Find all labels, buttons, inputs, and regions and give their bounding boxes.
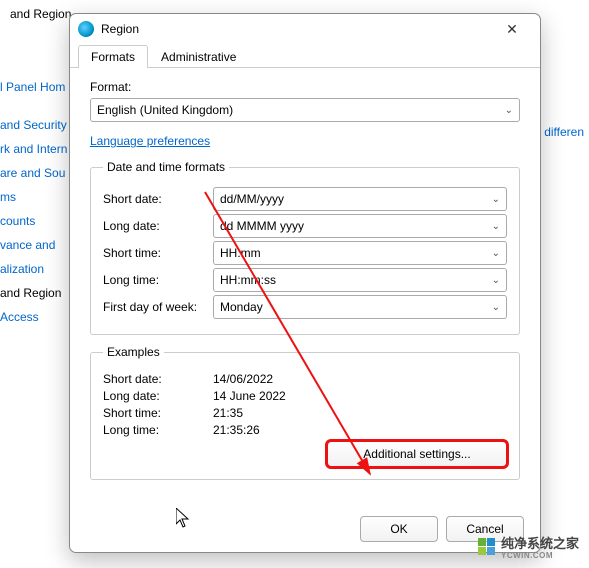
watermark-logo-icon bbox=[478, 538, 495, 555]
close-button[interactable]: ✕ bbox=[492, 15, 532, 43]
sidebar-item[interactable]: ms bbox=[0, 185, 60, 209]
language-preferences-link[interactable]: Language preferences bbox=[90, 134, 210, 148]
short-date-select[interactable]: dd/MM/yyyy ⌄ bbox=[213, 187, 507, 211]
sidebar-item[interactable]: vance and bbox=[0, 233, 60, 257]
first-day-select[interactable]: Monday ⌄ bbox=[213, 295, 507, 319]
additional-settings-button[interactable]: Additional settings... bbox=[327, 441, 507, 467]
examples-group: Examples Short date: 14/06/2022 Long dat… bbox=[90, 345, 520, 480]
format-value: English (United Kingdom) bbox=[97, 103, 233, 117]
watermark-sub: YCWIN.COM bbox=[501, 552, 579, 560]
format-select[interactable]: English (United Kingdom) ⌄ bbox=[90, 98, 520, 122]
chevron-down-icon: ⌄ bbox=[505, 105, 513, 116]
ex-long-time-value: 21:35:26 bbox=[213, 423, 260, 437]
ex-short-date-value: 14/06/2022 bbox=[213, 372, 273, 386]
bg-right-link[interactable]: differen bbox=[544, 125, 584, 139]
dialog-title: Region bbox=[101, 22, 492, 36]
short-time-label: Short time: bbox=[103, 246, 213, 260]
short-time-value: HH:mm bbox=[220, 246, 261, 260]
long-date-value: dd MMMM yyyy bbox=[220, 219, 304, 233]
date-time-formats-legend: Date and time formats bbox=[103, 160, 229, 174]
sidebar-item[interactable]: and Security bbox=[0, 113, 60, 137]
sidebar-item[interactable]: rk and Intern bbox=[0, 137, 60, 161]
titlebar: Region ✕ bbox=[70, 14, 540, 44]
long-date-label: Long date: bbox=[103, 219, 213, 233]
region-dialog: Region ✕ Formats Administrative Format: … bbox=[69, 13, 541, 553]
chevron-down-icon: ⌄ bbox=[492, 275, 500, 286]
short-date-value: dd/MM/yyyy bbox=[220, 192, 284, 206]
long-time-select[interactable]: HH:mm:ss ⌄ bbox=[213, 268, 507, 292]
first-day-label: First day of week: bbox=[103, 300, 213, 314]
sidebar-item[interactable]: are and Sou bbox=[0, 161, 60, 185]
short-time-select[interactable]: HH:mm ⌄ bbox=[213, 241, 507, 265]
long-time-label: Long time: bbox=[103, 273, 213, 287]
chevron-down-icon: ⌄ bbox=[492, 221, 500, 232]
sidebar-item-access[interactable]: Access bbox=[0, 305, 60, 329]
format-label: Format: bbox=[90, 80, 520, 94]
ex-long-time-label: Long time: bbox=[103, 423, 213, 437]
sidebar-item[interactable]: alization bbox=[0, 257, 60, 281]
chevron-down-icon: ⌄ bbox=[492, 248, 500, 259]
tab-formats[interactable]: Formats bbox=[78, 45, 148, 68]
ok-button[interactable]: OK bbox=[360, 516, 438, 542]
ex-short-date-label: Short date: bbox=[103, 372, 213, 386]
sidebar-home-link[interactable]: l Panel Hom bbox=[0, 75, 60, 99]
sidebar-item[interactable]: counts bbox=[0, 209, 60, 233]
watermark-name: 纯净系统之家 bbox=[501, 533, 579, 552]
ex-short-time-label: Short time: bbox=[103, 406, 213, 420]
tab-administrative[interactable]: Administrative bbox=[148, 45, 249, 68]
tabs: Formats Administrative bbox=[70, 44, 540, 68]
date-time-formats-group: Date and time formats Short date: dd/MM/… bbox=[90, 160, 520, 335]
ex-long-date-label: Long date: bbox=[103, 389, 213, 403]
examples-legend: Examples bbox=[103, 345, 164, 359]
long-date-select[interactable]: dd MMMM yyyy ⌄ bbox=[213, 214, 507, 238]
sidebar: l Panel Hom and Security rk and Intern a… bbox=[0, 75, 60, 329]
ex-long-date-value: 14 June 2022 bbox=[213, 389, 286, 403]
chevron-down-icon: ⌄ bbox=[492, 302, 500, 313]
ex-short-time-value: 21:35 bbox=[213, 406, 243, 420]
long-time-value: HH:mm:ss bbox=[220, 273, 276, 287]
chevron-down-icon: ⌄ bbox=[492, 194, 500, 205]
first-day-value: Monday bbox=[220, 300, 263, 314]
globe-icon bbox=[78, 21, 94, 37]
sidebar-item-region[interactable]: and Region bbox=[0, 281, 60, 305]
watermark: 纯净系统之家 YCWIN.COM bbox=[478, 533, 579, 560]
short-date-label: Short date: bbox=[103, 192, 213, 206]
